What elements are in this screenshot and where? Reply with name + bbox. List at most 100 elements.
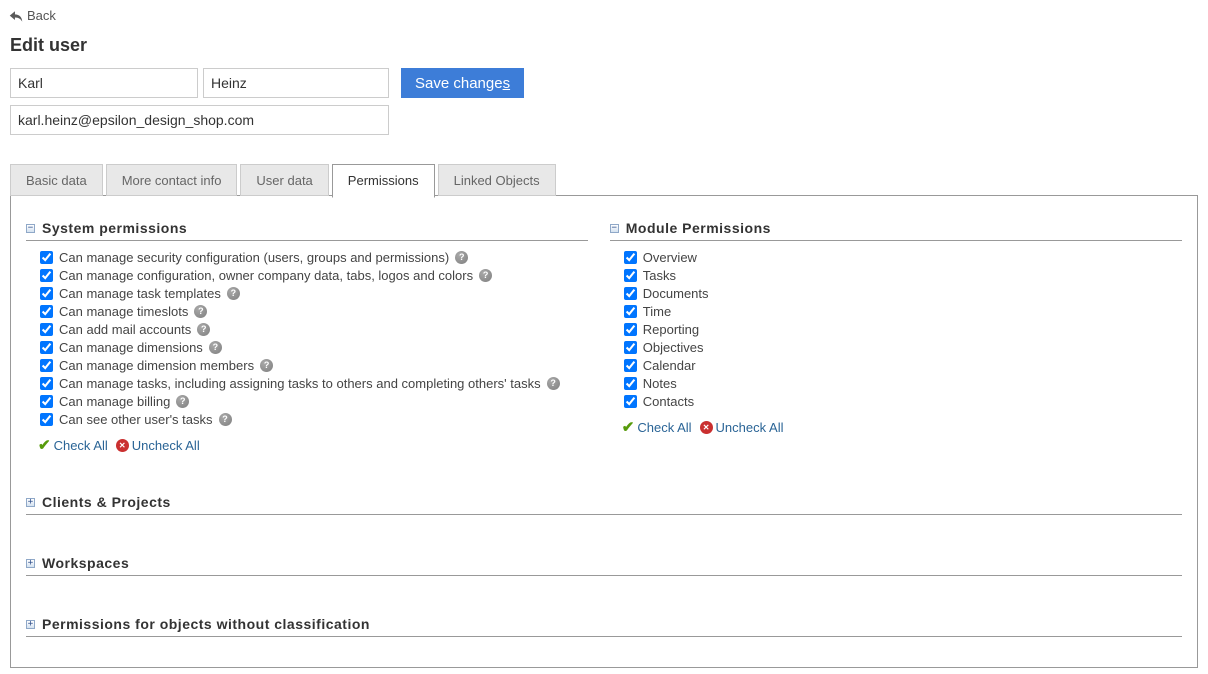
collapse-icon[interactable]: −: [610, 224, 619, 233]
permission-checkbox[interactable]: [624, 305, 637, 318]
module-uncheck-all-link[interactable]: Uncheck All: [716, 420, 784, 435]
permission-label: Objectives: [643, 340, 704, 355]
module-check-all-link[interactable]: Check All: [637, 420, 691, 435]
permission-checkbox[interactable]: [624, 287, 637, 300]
tab[interactable]: Basic data: [10, 164, 103, 196]
module-permissions-list: Overview Tasks Documents: [624, 250, 1182, 408]
permission-label: Can manage task templates: [59, 286, 221, 301]
tab[interactable]: Permissions: [332, 164, 435, 198]
permission-row: Can manage billing ?: [40, 394, 588, 408]
permission-label: Reporting: [643, 322, 699, 337]
permission-checkbox[interactable]: [624, 269, 637, 282]
permission-label: Documents: [643, 286, 709, 301]
back-link-label[interactable]: Back: [27, 8, 56, 23]
help-icon[interactable]: ?: [227, 287, 240, 300]
permission-checkbox[interactable]: [40, 323, 53, 336]
collapsed-section-title: Clients & Projects: [42, 494, 171, 510]
permission-row: Can manage timeslots ?: [40, 304, 588, 318]
permission-label: Can manage billing: [59, 394, 170, 409]
help-icon[interactable]: ?: [479, 269, 492, 282]
permission-row: Reporting: [624, 322, 1182, 336]
edit-user-page: Back Edit user Save changes Basic data M…: [0, 0, 1208, 674]
permission-checkbox[interactable]: [40, 413, 53, 426]
permission-row: Time: [624, 304, 1182, 318]
collapsed-section: + Permissions for objects without classi…: [26, 616, 1182, 637]
collapsed-section-title: Permissions for objects without classifi…: [42, 616, 370, 632]
tab[interactable]: More contact info: [106, 164, 238, 196]
permission-checkbox[interactable]: [40, 395, 53, 408]
permission-checkbox[interactable]: [40, 305, 53, 318]
help-icon[interactable]: ?: [455, 251, 468, 264]
system-permissions-list: Can manage security configuration (users…: [40, 250, 588, 426]
permission-label: Time: [643, 304, 671, 319]
uncheck-all-icon: ✕: [116, 439, 129, 452]
permission-row: Notes: [624, 376, 1182, 390]
email-field[interactable]: [10, 105, 389, 135]
permission-label: Notes: [643, 376, 677, 391]
expand-icon[interactable]: +: [26, 620, 35, 629]
permission-checkbox[interactable]: [624, 251, 637, 264]
permission-label: Can manage configuration, owner company …: [59, 268, 473, 283]
permission-checkbox[interactable]: [624, 359, 637, 372]
permission-label: Overview: [643, 250, 697, 265]
permission-label: Can manage tasks, including assigning ta…: [59, 376, 541, 391]
help-icon[interactable]: ?: [194, 305, 207, 318]
last-name-field[interactable]: [203, 68, 389, 98]
permission-row: Can add mail accounts ?: [40, 322, 588, 336]
permission-checkbox[interactable]: [40, 287, 53, 300]
check-all-icon: ✔: [622, 418, 635, 436]
permission-label: Tasks: [643, 268, 676, 283]
system-uncheck-all-link[interactable]: Uncheck All: [132, 438, 200, 453]
permission-row: Overview: [624, 250, 1182, 264]
permission-row: Documents: [624, 286, 1182, 300]
permissions-panel: − System permissions Can manage security…: [10, 195, 1198, 668]
help-icon[interactable]: ?: [547, 377, 560, 390]
permission-row: Can manage security configuration (users…: [40, 250, 588, 264]
save-changes-button[interactable]: Save changes: [401, 68, 524, 98]
permission-checkbox[interactable]: [40, 341, 53, 354]
system-check-all-link[interactable]: Check All: [54, 438, 108, 453]
expand-icon[interactable]: +: [26, 559, 35, 568]
user-form: Save changes: [10, 68, 1199, 135]
save-button-accesskey: s: [503, 75, 511, 92]
permission-checkbox[interactable]: [40, 269, 53, 282]
permission-label: Can see other user's tasks: [59, 412, 213, 427]
help-icon[interactable]: ?: [260, 359, 273, 372]
section-title-system-permissions: System permissions: [42, 220, 187, 236]
permission-label: Can manage security configuration (users…: [59, 250, 449, 265]
permission-row: Can see other user's tasks ?: [40, 412, 588, 426]
help-icon[interactable]: ?: [197, 323, 210, 336]
permission-row: Can manage tasks, including assigning ta…: [40, 376, 588, 390]
permission-checkbox[interactable]: [40, 377, 53, 390]
permission-label: Can manage timeslots: [59, 304, 188, 319]
permission-row: Can manage task templates ?: [40, 286, 588, 300]
help-icon[interactable]: ?: [209, 341, 222, 354]
permission-checkbox[interactable]: [624, 323, 637, 336]
expand-icon[interactable]: +: [26, 498, 35, 507]
help-icon[interactable]: ?: [219, 413, 232, 426]
check-all-icon: ✔: [38, 436, 51, 454]
permission-checkbox[interactable]: [624, 377, 637, 390]
collapsed-section-title: Workspaces: [42, 555, 129, 571]
permission-checkbox[interactable]: [40, 359, 53, 372]
tab[interactable]: User data: [240, 164, 328, 196]
permission-label: Calendar: [643, 358, 696, 373]
collapsed-sections: + Clients & Projects + Workspaces + Perm…: [26, 494, 1182, 637]
system-checkall-row: ✔ Check All ✕ Uncheck All: [38, 436, 588, 454]
uncheck-all-icon: ✕: [700, 421, 713, 434]
permission-checkbox[interactable]: [624, 395, 637, 408]
system-permissions-section: − System permissions Can manage security…: [26, 220, 610, 454]
permission-row: Calendar: [624, 358, 1182, 372]
permission-checkbox[interactable]: [40, 251, 53, 264]
permission-checkbox[interactable]: [624, 341, 637, 354]
tab[interactable]: Linked Objects: [438, 164, 556, 196]
permission-row: Contacts: [624, 394, 1182, 408]
back-arrow-icon: [9, 10, 23, 23]
first-name-field[interactable]: [10, 68, 198, 98]
permission-label: Can manage dimension members: [59, 358, 254, 373]
help-icon[interactable]: ?: [176, 395, 189, 408]
collapsed-section: + Workspaces: [26, 555, 1182, 576]
permission-label: Can add mail accounts: [59, 322, 191, 337]
collapse-icon[interactable]: −: [26, 224, 35, 233]
back-link[interactable]: Back: [9, 8, 1199, 23]
